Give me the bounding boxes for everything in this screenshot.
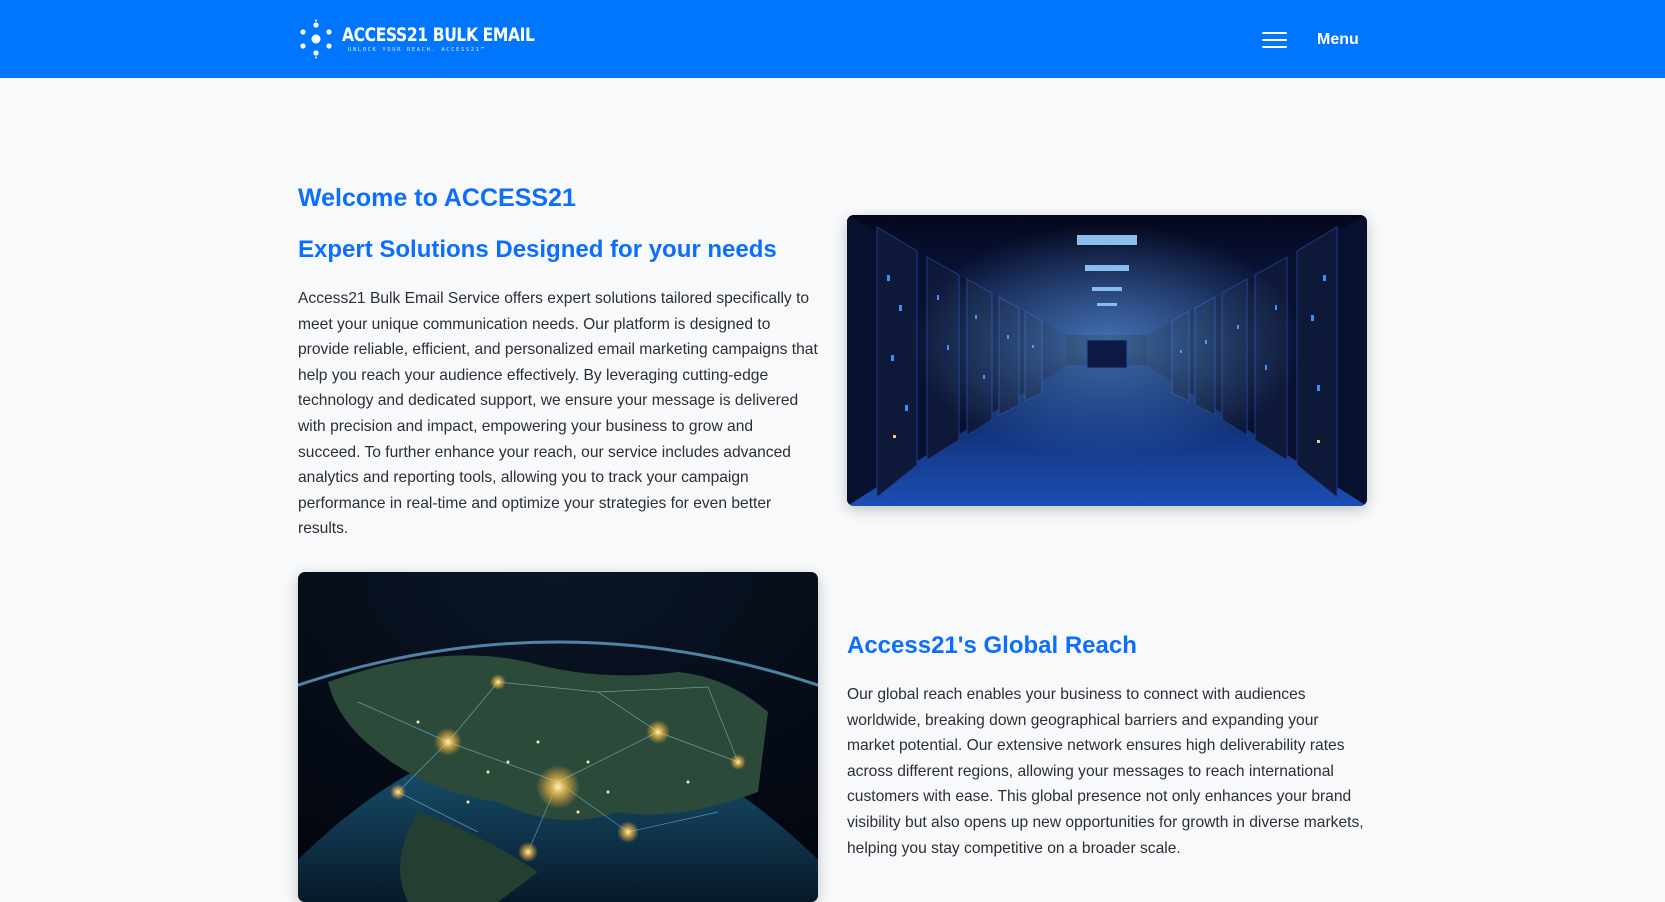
global-reach-text: Our global reach enables your business t… bbox=[847, 686, 1364, 857]
welcome-heading: Welcome to ACCESS21 bbox=[298, 184, 576, 212]
top-navbar: ACCESS21 BULK EMAIL UNLOCK YOUR REACH. A… bbox=[0, 0, 1665, 78]
expert-solutions-heading: Expert Solutions Designed for your needs bbox=[298, 236, 777, 263]
hamburger-icon bbox=[1262, 32, 1287, 48]
menu-button[interactable]: Menu bbox=[1262, 22, 1359, 58]
global-network-earth-image bbox=[298, 572, 818, 902]
expert-solutions-text: Access21 Bulk Email Service offers exper… bbox=[298, 290, 818, 538]
brand-name: ACCESS21 BULK EMAIL bbox=[342, 24, 535, 46]
logo-network-icon bbox=[300, 19, 332, 59]
server-room-image bbox=[847, 215, 1367, 506]
global-reach-heading: Access21's Global Reach bbox=[847, 632, 1137, 659]
brand-tagline: UNLOCK YOUR REACH. ACCESS21™ bbox=[348, 47, 486, 53]
menu-label: Menu bbox=[1317, 31, 1359, 48]
brand-logo-link[interactable]: ACCESS21 BULK EMAIL UNLOCK YOUR REACH. A… bbox=[298, 18, 577, 60]
